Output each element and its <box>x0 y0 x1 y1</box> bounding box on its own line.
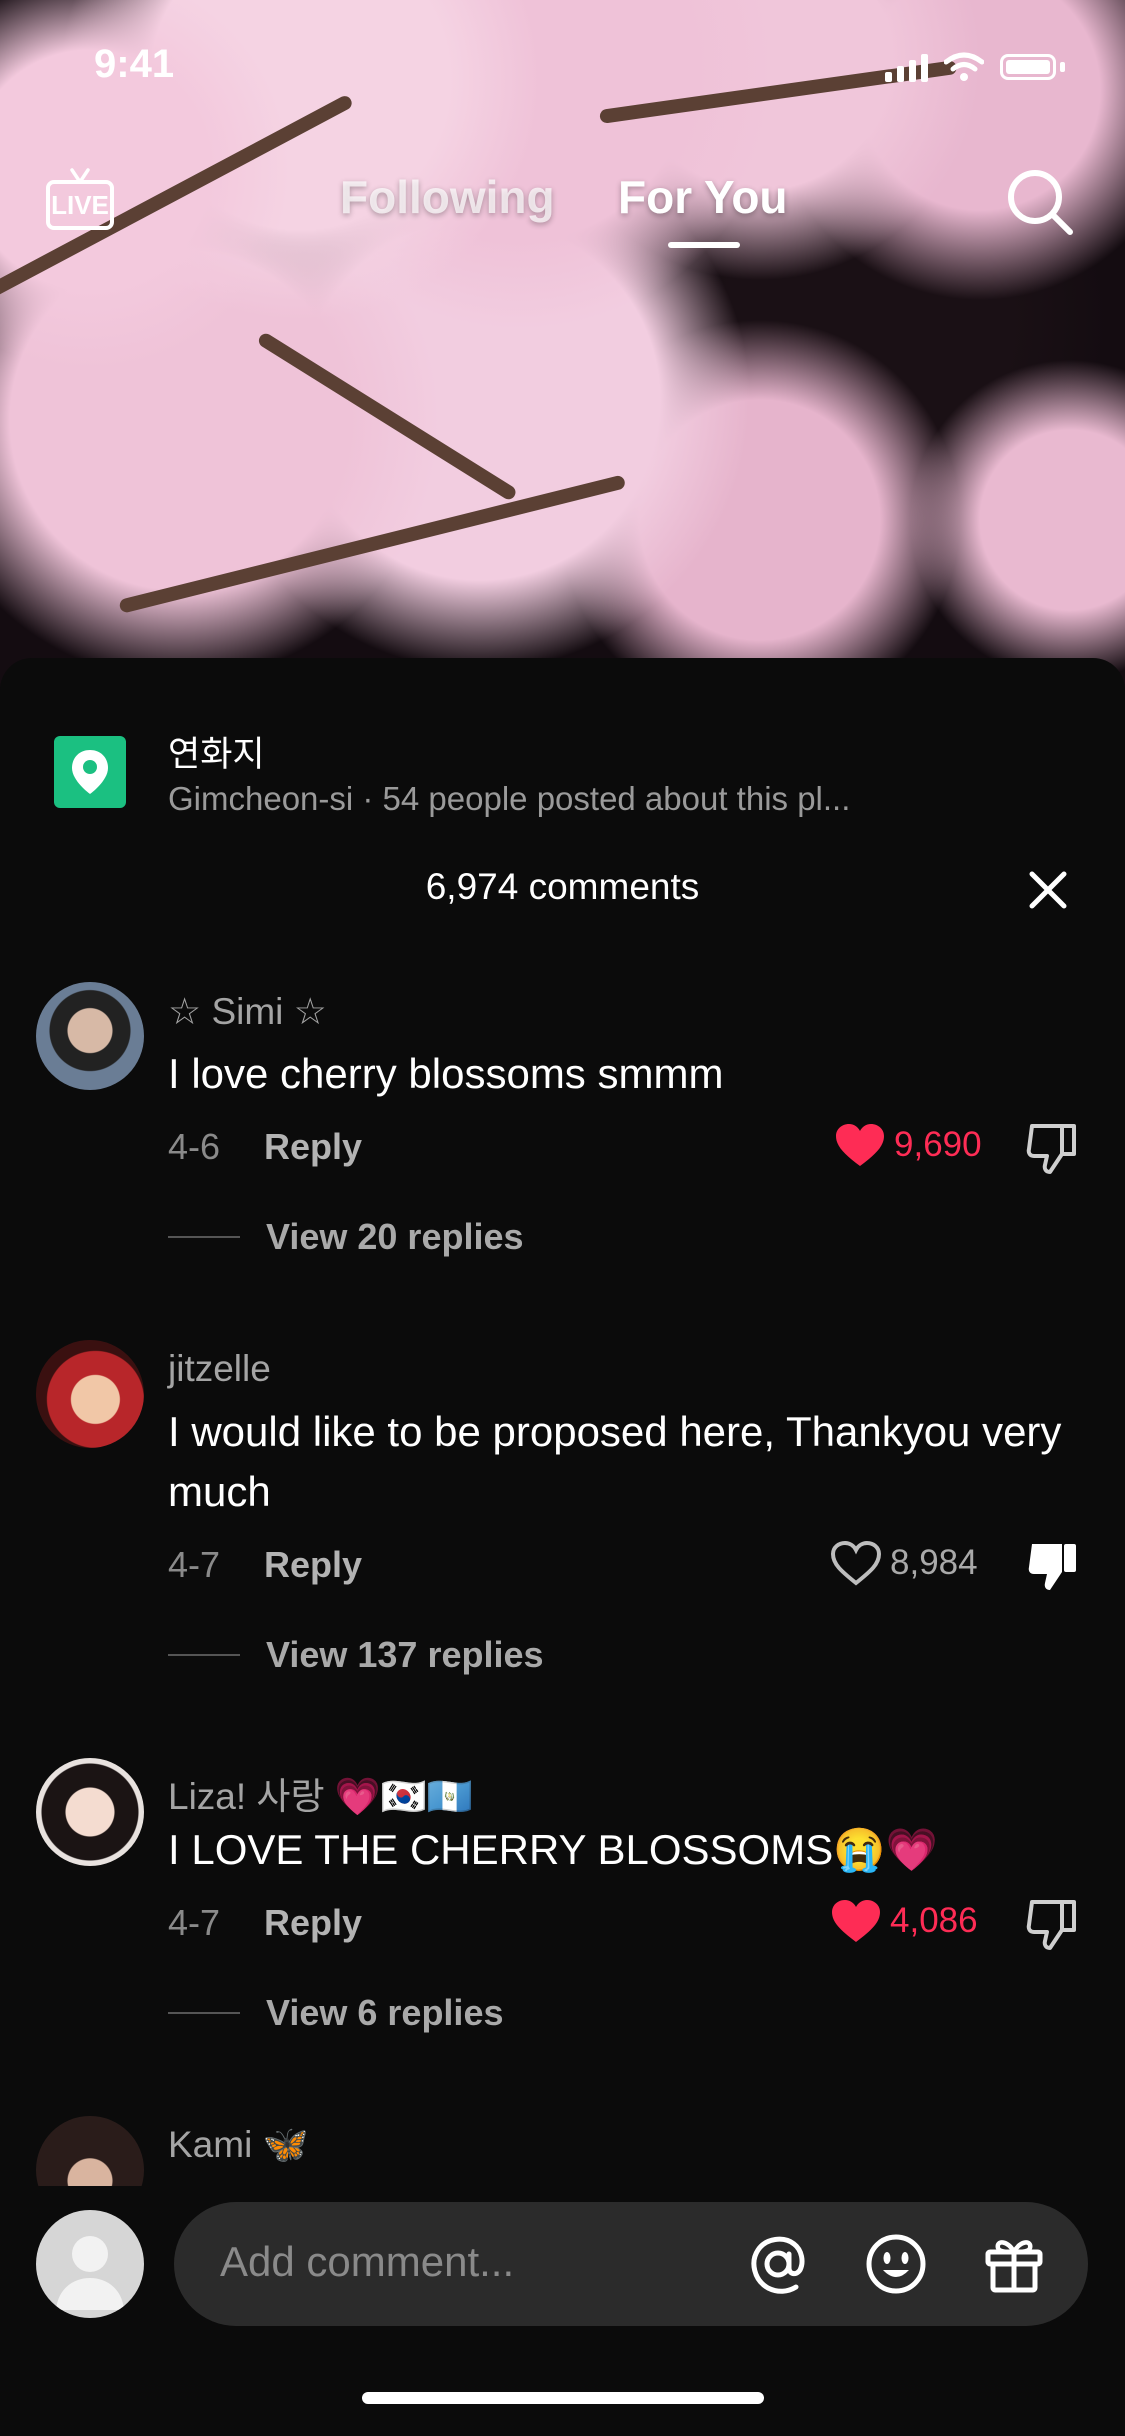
avatar[interactable] <box>36 2116 144 2186</box>
location-title: 연화지 <box>168 735 265 774</box>
search-icon[interactable] <box>1004 166 1076 238</box>
divider-line <box>168 1654 240 1656</box>
avatar[interactable] <box>36 1758 144 1866</box>
comment-text: I LOVE THE CHERRY BLOSSOMS😭💗 <box>168 1826 938 1873</box>
home-indicator <box>362 2392 764 2404</box>
location-subtitle: Gimcheon-si · 54 people posted about thi… <box>168 780 851 817</box>
cellular-signal-icon <box>885 52 928 82</box>
live-label: LIVE <box>46 180 114 230</box>
comment-username[interactable]: ☆ Simi ☆ <box>168 990 327 1033</box>
comment-text: I would like to be proposed here, Thanky… <box>168 1408 1062 1515</box>
comments-count: 6,974 comments <box>425 866 700 907</box>
battery-icon <box>1000 54 1056 80</box>
location-banner[interactable]: 연화지 Gimcheon-si · 54 people posted about… <box>0 688 1125 817</box>
comment-item: ☆ Simi ☆ I love cherry blossoms smmm 4-6… <box>0 982 1125 1282</box>
reply-button[interactable]: Reply <box>264 1126 362 1167</box>
comment-date: 4-6 <box>168 1126 221 1167</box>
status-icons <box>885 52 1065 82</box>
close-icon[interactable] <box>1026 868 1070 912</box>
view-replies-label: View 6 replies <box>266 1992 504 2033</box>
comment-meta: 4-7 Reply <box>168 1902 362 1944</box>
like-count: 8,984 <box>890 1543 978 1582</box>
view-replies-button[interactable]: View 20 replies <box>168 1216 524 1258</box>
comment-meta: 4-7 Reply <box>168 1544 362 1586</box>
comment-item: jitzelle I would like to be proposed her… <box>0 1340 1125 1700</box>
top-navigation: LIVE Following For You <box>0 150 1125 260</box>
comment-date: 4-7 <box>168 1902 221 1943</box>
reply-button[interactable]: Reply <box>264 1544 362 1585</box>
comment-input-bar: Add comment... <box>0 2188 1125 2338</box>
like-count: 4,086 <box>890 1901 978 1940</box>
thumbs-down-icon[interactable] <box>1024 1896 1082 1954</box>
battery-cap <box>1060 62 1065 72</box>
live-button[interactable]: LIVE <box>46 168 122 230</box>
heart-icon <box>832 1900 880 1942</box>
at-sign-icon[interactable] <box>746 2232 810 2296</box>
heart-icon <box>830 1540 882 1586</box>
tab-for-you[interactable]: For You <box>618 170 788 224</box>
avatar[interactable] <box>36 2210 144 2318</box>
view-replies-label: View 20 replies <box>266 1216 524 1257</box>
tab-following[interactable]: Following <box>340 170 555 224</box>
comment-item: Liza! 사랑 💗🇰🇷🇬🇹 I LOVE THE CHERRY BLOSSOM… <box>0 1758 1125 2058</box>
comments-sheet: 연화지 Gimcheon-si · 54 people posted about… <box>0 658 1125 2436</box>
gift-icon[interactable] <box>982 2232 1046 2296</box>
view-replies-label: View 137 replies <box>266 1634 544 1675</box>
active-tab-indicator <box>668 242 740 248</box>
comments-header: 6,974 comments <box>0 858 1125 918</box>
location-pin-icon <box>54 736 126 808</box>
status-time: 9:41 <box>94 42 175 86</box>
thumbs-down-icon[interactable] <box>1024 1538 1082 1596</box>
wifi-icon <box>944 52 984 81</box>
comment-date: 4-7 <box>168 1544 221 1585</box>
heart-icon <box>836 1124 884 1166</box>
view-replies-button[interactable]: View 137 replies <box>168 1634 544 1676</box>
divider-line <box>168 2012 240 2014</box>
view-replies-button[interactable]: View 6 replies <box>168 1992 503 2034</box>
like-button[interactable]: 8,984 <box>830 1540 978 1586</box>
comment-username[interactable]: Kami 🦋 <box>168 2124 309 2167</box>
comment-username[interactable]: Liza! 사랑 💗🇰🇷🇬🇹 <box>168 1766 473 1820</box>
comment-item: Kami 🦋 <box>0 2116 1125 2186</box>
like-button[interactable]: 4,086 <box>830 1898 978 1944</box>
comment-text: I love cherry blossoms smmm <box>168 1050 724 1097</box>
reply-button[interactable]: Reply <box>264 1902 362 1943</box>
avatar[interactable] <box>36 1340 144 1448</box>
like-count: 9,690 <box>894 1125 982 1164</box>
comment-placeholder: Add comment... <box>220 2238 515 2285</box>
comment-input[interactable]: Add comment... <box>174 2202 1088 2326</box>
avatar[interactable] <box>36 982 144 1090</box>
divider-line <box>168 1236 240 1238</box>
status-bar: 9:41 <box>0 0 1125 140</box>
comment-username[interactable]: jitzelle <box>168 1348 271 1390</box>
like-button[interactable]: 9,690 <box>834 1122 982 1168</box>
thumbs-down-icon[interactable] <box>1024 1120 1082 1178</box>
comment-meta: 4-6 Reply <box>168 1126 362 1168</box>
smiley-icon[interactable] <box>864 2232 928 2296</box>
